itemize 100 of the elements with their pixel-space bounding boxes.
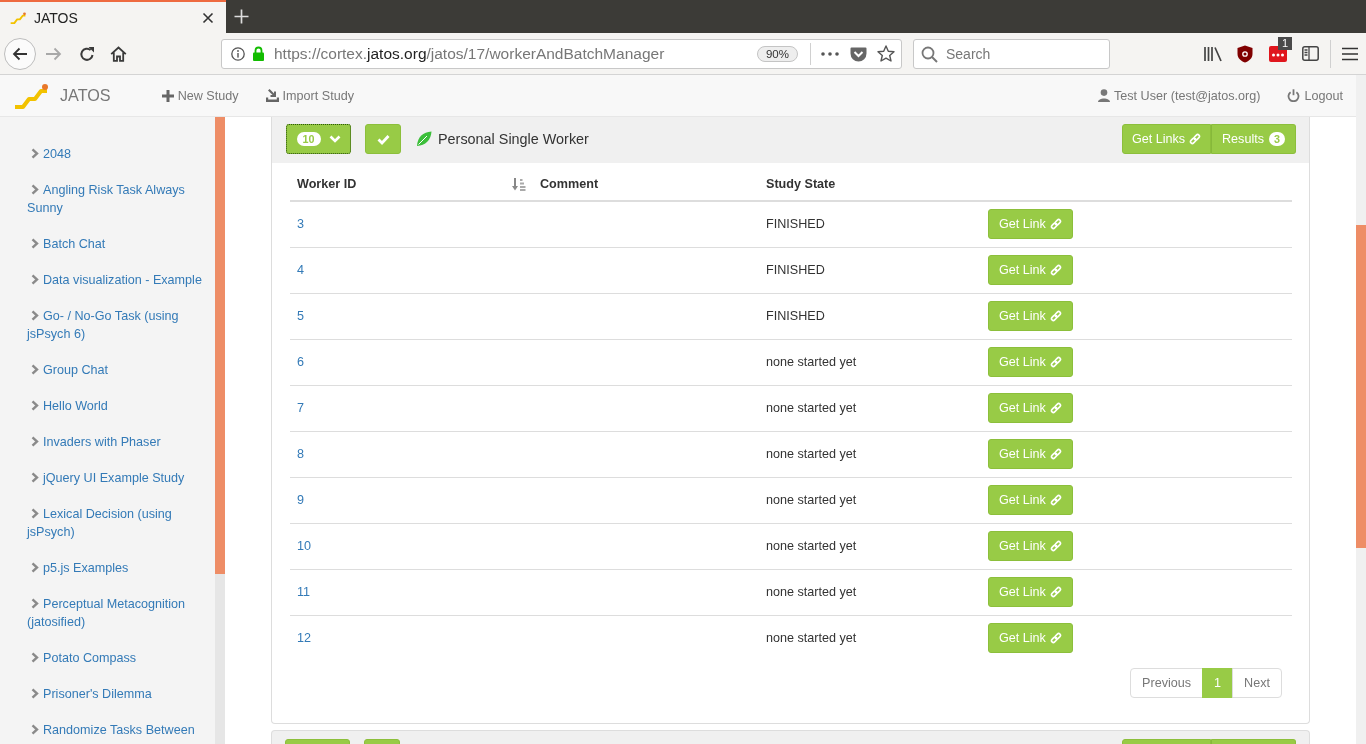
link-icon xyxy=(1049,448,1062,460)
count-badge: 10 xyxy=(296,132,321,146)
search-field[interactable]: Search xyxy=(913,38,1110,69)
home-icon[interactable] xyxy=(110,45,127,62)
sidebar-item[interactable]: Lexical Decision (using jsPsych) xyxy=(0,496,215,550)
logo-icon xyxy=(10,11,27,24)
chevron-right-icon xyxy=(31,184,39,195)
sidebar-item[interactable]: Batch Chat xyxy=(0,226,215,262)
leaf-icon xyxy=(416,131,432,147)
worker-id-link[interactable]: 6 xyxy=(297,354,304,369)
sidebar-item[interactable]: jQuery UI Example Study xyxy=(0,460,215,496)
sidebar-item[interactable]: Prisoner's Dilemma xyxy=(0,676,215,712)
zoom-button[interactable]: 90% xyxy=(756,45,798,62)
back-button[interactable] xyxy=(4,37,36,70)
chevron-right-icon xyxy=(31,562,39,573)
info-icon[interactable] xyxy=(231,46,245,61)
link-icon xyxy=(1049,632,1062,644)
sort-icon[interactable] xyxy=(512,178,526,191)
link-icon xyxy=(1049,402,1062,414)
chevron-shield-icon[interactable] xyxy=(850,45,867,62)
results-badge: 3 xyxy=(1269,132,1285,146)
study-state-text: none started yet xyxy=(766,446,857,461)
worker-id-link[interactable]: 10 xyxy=(297,538,311,553)
scrollbar-thumb[interactable] xyxy=(1356,225,1366,548)
sidebar-item[interactable]: Potato Compass xyxy=(0,640,215,676)
worker-id-link[interactable]: 7 xyxy=(297,400,304,415)
sidebar-item[interactable]: Hello World xyxy=(0,388,215,424)
arrow-left-icon xyxy=(12,46,28,61)
sidebar-item[interactable]: Data visualization - Example xyxy=(0,262,215,298)
import-icon xyxy=(265,89,279,102)
sidebar-item[interactable]: Randomize Tasks Between xyxy=(0,712,215,744)
chevron-right-icon xyxy=(31,310,39,321)
close-icon[interactable] xyxy=(202,11,214,24)
sidebar-item[interactable]: Invaders with Phaser xyxy=(0,424,215,460)
column-header[interactable]: Study State xyxy=(766,176,836,193)
logo-icon xyxy=(14,82,50,109)
plus-icon[interactable] xyxy=(234,9,249,24)
link-icon xyxy=(1049,310,1062,322)
search-icon xyxy=(921,45,938,63)
nav-link[interactable]: New Study xyxy=(161,88,239,103)
link-icon xyxy=(1049,218,1062,230)
user-icon xyxy=(1098,89,1110,102)
lock-icon xyxy=(252,46,265,61)
browser-tab[interactable]: JATOS xyxy=(0,0,226,33)
column-header[interactable]: Worker ID xyxy=(297,176,357,193)
worker-id-link[interactable]: 12 xyxy=(297,630,311,645)
study-state-text: none started yet xyxy=(766,354,857,369)
chevron-right-icon xyxy=(31,148,39,159)
chevron-right-icon xyxy=(31,436,39,447)
sidebar-item[interactable]: p5.js Examples xyxy=(0,550,215,586)
power-icon xyxy=(1287,89,1301,102)
shield-icon[interactable] xyxy=(1237,44,1253,63)
star-icon[interactable] xyxy=(877,45,895,62)
link-icon xyxy=(1189,133,1202,145)
study-state-text: none started yet xyxy=(766,584,857,599)
menu-icon[interactable] xyxy=(1341,46,1359,61)
study-state-text: FINISHED xyxy=(766,308,825,323)
chevron-right-icon xyxy=(31,508,39,519)
scrollbar-thumb[interactable] xyxy=(215,117,225,574)
plus-icon xyxy=(161,89,174,102)
chevron-right-icon xyxy=(31,724,39,735)
column-header[interactable]: Comment xyxy=(540,176,599,193)
panel-title: Personal Single Worker xyxy=(438,131,589,147)
chevron-right-icon xyxy=(31,400,39,411)
chevron-right-icon xyxy=(31,364,39,375)
chevron-down-icon xyxy=(328,135,341,143)
check-icon xyxy=(376,133,390,145)
link-icon xyxy=(1049,540,1062,552)
worker-id-link[interactable]: 8 xyxy=(297,446,304,461)
brand-link[interactable]: JATOS xyxy=(14,82,111,109)
worker-id-link[interactable]: 4 xyxy=(297,262,304,277)
user-link[interactable]: Test User (test@jatos.org) xyxy=(1098,88,1261,103)
sidebar-item[interactable]: Group Chat xyxy=(0,352,215,388)
chevron-right-icon xyxy=(31,274,39,285)
address-bar[interactable]: https://cortex.jatos.org/jatos/17/workerAndBatchManager 90% xyxy=(221,38,902,69)
link-icon xyxy=(1049,586,1062,598)
study-state-text: none started yet xyxy=(766,492,857,507)
study-state-text: FINISHED xyxy=(766,216,825,231)
study-state-text: none started yet xyxy=(766,630,857,645)
nav-link[interactable]: Import Study xyxy=(265,88,354,103)
books-icon[interactable] xyxy=(1203,45,1223,62)
worker-id-link[interactable]: 3 xyxy=(297,216,304,231)
sidebar-item[interactable]: Angling Risk Task Always Sunny xyxy=(0,172,215,226)
study-state-text: none started yet xyxy=(766,400,857,415)
chevron-right-icon xyxy=(31,688,39,699)
chevron-right-icon xyxy=(31,598,39,609)
sidebar-icon[interactable] xyxy=(1302,46,1319,61)
worker-id-link[interactable]: 11 xyxy=(297,584,311,599)
more-icon[interactable] xyxy=(821,51,839,56)
study-state-text: FINISHED xyxy=(766,262,825,277)
url-text: https://cortex.jatos.org/jatos/17/workerAndBatchManager xyxy=(274,44,665,63)
worker-id-link[interactable]: 9 xyxy=(297,492,304,507)
logout-link[interactable]: Logout xyxy=(1287,88,1343,103)
sidebar-item[interactable]: Go- / No-Go Task (using jsPsych 6) xyxy=(0,298,215,352)
reload-icon[interactable] xyxy=(79,45,95,62)
worker-id-link[interactable]: 5 xyxy=(297,308,304,323)
sidebar-item[interactable]: 2048 xyxy=(0,136,215,172)
chevron-right-icon xyxy=(31,238,39,249)
check-button[interactable] xyxy=(365,124,401,154)
sidebar-item[interactable]: Perceptual Metacognition (jatosified) xyxy=(0,586,215,640)
